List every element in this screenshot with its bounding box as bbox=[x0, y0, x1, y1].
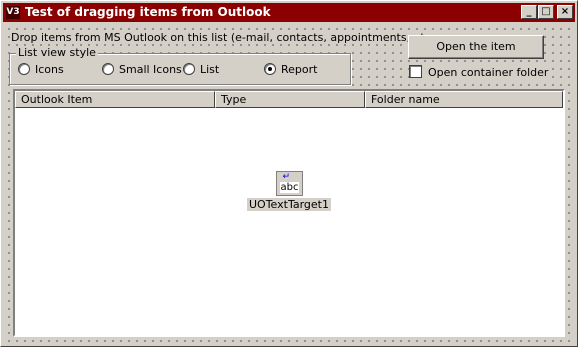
column-header-outlook-item[interactable]: Outlook Item bbox=[15, 91, 215, 108]
open-container-checkbox[interactable]: Open container folder bbox=[409, 65, 551, 79]
list-view-style-group: List view style Icons Small Icons List R… bbox=[9, 46, 351, 85]
radio-icons[interactable]: Icons bbox=[18, 63, 64, 76]
group-legend: List view style bbox=[16, 46, 98, 59]
open-item-button[interactable]: Open the item bbox=[408, 35, 544, 59]
outlook-items-list[interactable]: Outlook Item Type Folder name ↵ abc UOTe… bbox=[13, 89, 565, 337]
text-target-component[interactable]: ↵ abc UOTextTarget1 bbox=[245, 171, 333, 211]
target-glyph: abc bbox=[279, 182, 300, 193]
radio-list-indicator bbox=[183, 63, 195, 75]
drop-arrow-icon: ↵ bbox=[282, 172, 291, 182]
app-icon: V3 bbox=[6, 6, 20, 19]
text-target-icon: ↵ abc bbox=[275, 171, 303, 196]
radio-icons-indicator bbox=[18, 63, 30, 75]
column-header-folder-name[interactable]: Folder name bbox=[365, 91, 563, 108]
column-header-type[interactable]: Type bbox=[215, 91, 365, 108]
radio-icons-label: Icons bbox=[35, 63, 64, 76]
minimize-button[interactable]: _ bbox=[521, 5, 537, 19]
radio-report-label: Report bbox=[281, 63, 318, 76]
radio-small-icons-label: Small Icons bbox=[119, 63, 182, 76]
instructions-label: Drop items from MS Outlook on this list … bbox=[11, 31, 431, 44]
close-button[interactable]: × bbox=[557, 5, 573, 19]
open-container-label: Open container folder bbox=[428, 66, 549, 79]
window-title: Test of dragging items from Outlook bbox=[25, 5, 271, 19]
radio-list[interactable]: List bbox=[183, 63, 219, 76]
radio-report[interactable]: Report bbox=[264, 63, 317, 76]
checkbox-box[interactable] bbox=[409, 65, 422, 78]
radio-small-icons-indicator bbox=[102, 63, 114, 75]
maximize-button[interactable]: □ bbox=[538, 5, 554, 19]
title-bar[interactable]: V3 Test of dragging items from Outlook _… bbox=[3, 3, 575, 22]
radio-list-label: List bbox=[200, 63, 220, 76]
form-client-area: Drop items from MS Outlook on this list … bbox=[3, 23, 575, 345]
main-window: V3 Test of dragging items from Outlook _… bbox=[0, 0, 578, 347]
list-header: Outlook Item Type Folder name bbox=[15, 91, 563, 108]
radio-report-indicator bbox=[264, 63, 276, 75]
text-target-label: UOTextTarget1 bbox=[247, 198, 331, 211]
radio-small-icons[interactable]: Small Icons bbox=[102, 63, 182, 76]
